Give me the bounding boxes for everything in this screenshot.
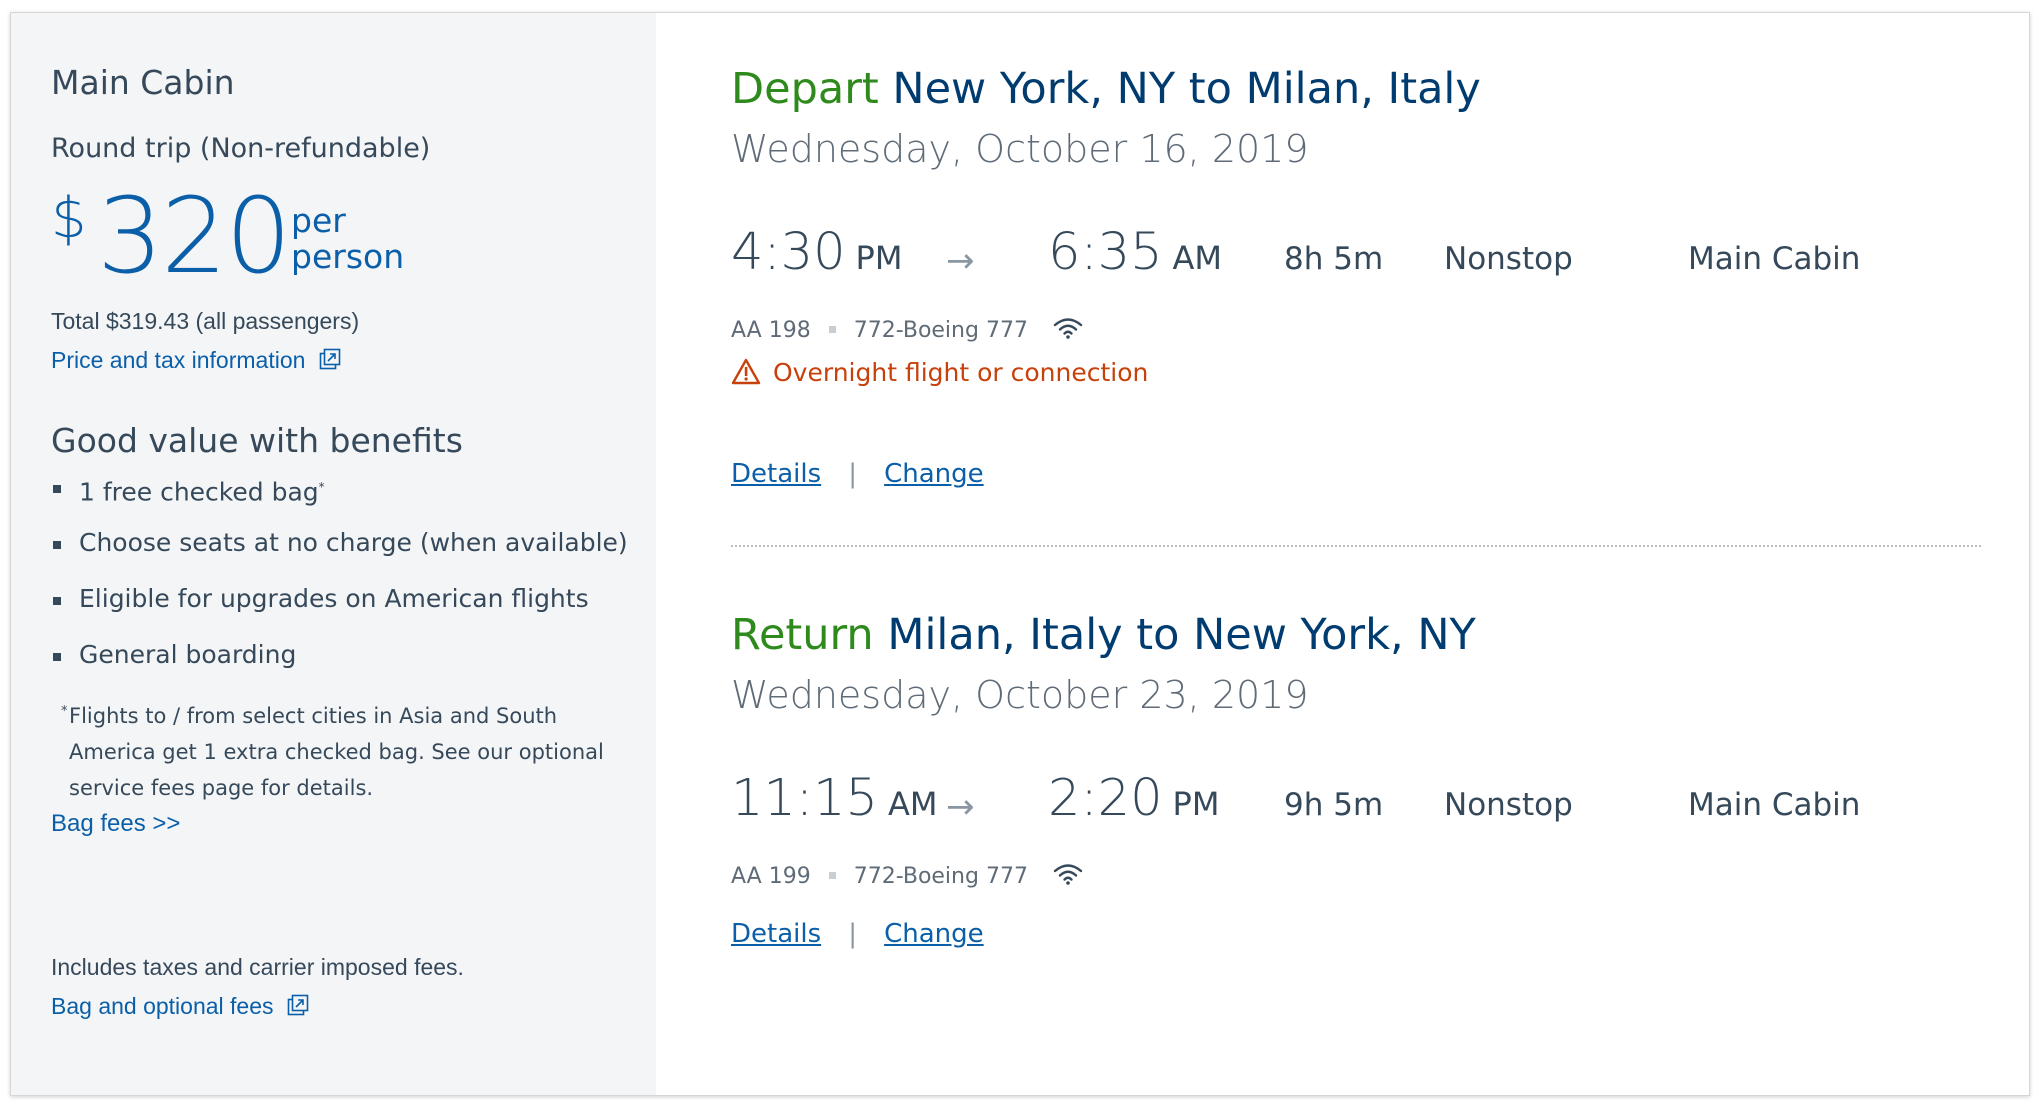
depart-dep-time: 4:30 bbox=[731, 223, 846, 282]
return-direction: Return bbox=[731, 610, 874, 660]
return-dep-time: 11:15 bbox=[731, 769, 878, 828]
action-separator: | bbox=[848, 919, 857, 949]
return-cabin: Main Cabin bbox=[1688, 787, 1861, 823]
arrow-right-icon: → bbox=[946, 241, 975, 281]
price-tax-link-label[interactable]: Price and tax information bbox=[51, 347, 305, 373]
depart-arr-ampm: AM bbox=[1172, 239, 1223, 277]
return-details-link[interactable]: Details bbox=[731, 919, 821, 949]
return-flight-number: AA 199 bbox=[731, 864, 811, 889]
price-currency: $ bbox=[51, 186, 87, 251]
cabin-title: Main Cabin bbox=[51, 63, 235, 102]
benefit-label: Choose seats at no charge (when availabl… bbox=[79, 528, 628, 557]
return-aircraft: 772-Boeing 777 bbox=[853, 864, 1028, 889]
fare-panel: Main Cabin Round trip (Non-refundable) $… bbox=[11, 13, 656, 1095]
depart-duration: 8h 5m bbox=[1284, 241, 1384, 277]
footnote-text: Flights to / from select cities in Asia … bbox=[69, 704, 604, 800]
action-separator: | bbox=[848, 459, 857, 489]
depart-direction: Depart bbox=[731, 64, 879, 114]
depart-change-link[interactable]: Change bbox=[884, 459, 984, 489]
return-stops: Nonstop bbox=[1444, 787, 1573, 823]
depart-arr-time: 6:35 bbox=[1048, 223, 1163, 282]
depart-dep-ampm: PM bbox=[855, 239, 903, 277]
bag-footnote: * Flights to / from select cities in Asia… bbox=[61, 698, 649, 806]
return-arr-time: 2:20 bbox=[1048, 769, 1163, 828]
bag-fees-link[interactable]: Bag fees >> bbox=[51, 810, 180, 838]
separator-dot bbox=[828, 872, 836, 879]
per-label: per bbox=[291, 201, 346, 240]
depart-heading: Depart New York, NY to Milan, Italy bbox=[731, 64, 1481, 114]
bag-optional-fees-link[interactable]: Bag and optional fees bbox=[51, 993, 309, 1020]
external-link-icon[interactable] bbox=[319, 348, 341, 374]
wifi-icon bbox=[1053, 317, 1083, 345]
return-dep-ampm: AM bbox=[887, 785, 938, 823]
price-amount: 320 bbox=[97, 175, 292, 297]
depart-cabin: Main Cabin bbox=[1688, 241, 1861, 277]
bullet-icon bbox=[53, 653, 61, 661]
return-date: Wednesday, October 23, 2019 bbox=[731, 673, 1309, 717]
total-price: Total $319.43 (all passengers) bbox=[51, 308, 360, 334]
separator-dot bbox=[828, 326, 836, 333]
depart-route: New York, NY to Milan, Italy bbox=[892, 64, 1481, 114]
benefit-footnote-marker: * bbox=[318, 480, 325, 494]
benefit-item: Choose seats at no charge (when availabl… bbox=[51, 527, 628, 583]
depart-flight-info: AA 198 772-Boeing 777 bbox=[731, 317, 1083, 345]
depart-arrival-time: 6:35 AM bbox=[1048, 223, 1222, 282]
benefit-label: Eligible for upgrades on American flight… bbox=[79, 584, 589, 613]
fare-type: Round trip (Non-refundable) bbox=[51, 133, 431, 164]
depart-date: Wednesday, October 16, 2019 bbox=[731, 127, 1309, 171]
benefit-label: 1 free checked bag bbox=[79, 477, 319, 507]
overnight-warning: Overnight flight or connection bbox=[731, 358, 1148, 391]
benefit-label: General boarding bbox=[79, 640, 297, 669]
depart-actions: Details | Change bbox=[731, 459, 984, 489]
person-label: person bbox=[291, 237, 405, 276]
fare-summary-card: Main Cabin Round trip (Non-refundable) $… bbox=[10, 12, 2030, 1096]
depart-aircraft: 772-Boeing 777 bbox=[853, 318, 1028, 343]
return-actions: Details | Change bbox=[731, 919, 984, 949]
bullet-icon bbox=[53, 597, 61, 605]
benefit-item: 1 free checked bag* bbox=[51, 471, 628, 527]
bullet-icon bbox=[53, 541, 61, 549]
return-departure-time: 11:15 AM bbox=[731, 769, 937, 828]
depart-details-link[interactable]: Details bbox=[731, 459, 821, 489]
bullet-icon bbox=[53, 485, 61, 493]
benefit-item: General boarding bbox=[51, 639, 628, 695]
return-flight-info: AA 199 772-Boeing 777 bbox=[731, 863, 1083, 891]
warning-text: Overnight flight or connection bbox=[773, 358, 1149, 387]
wifi-icon bbox=[1053, 863, 1083, 891]
includes-taxes-note: Includes taxes and carrier imposed fees. bbox=[51, 954, 464, 980]
benefits-list: 1 free checked bag* Choose seats at no c… bbox=[51, 471, 628, 695]
return-duration: 9h 5m bbox=[1284, 787, 1384, 823]
warning-triangle-icon bbox=[731, 358, 761, 391]
footnote-marker: * bbox=[61, 704, 68, 719]
depart-flight-number: AA 198 bbox=[731, 318, 811, 343]
return-arr-ampm: PM bbox=[1172, 785, 1220, 823]
return-arrival-time: 2:20 PM bbox=[1048, 769, 1219, 828]
external-link-icon[interactable] bbox=[287, 994, 309, 1020]
itinerary-panel: Depart New York, NY to Milan, Italy Wedn… bbox=[656, 13, 2029, 1095]
segment-divider bbox=[731, 545, 1981, 547]
return-change-link[interactable]: Change bbox=[884, 919, 984, 949]
bag-optional-fees-label[interactable]: Bag and optional fees bbox=[51, 993, 274, 1019]
depart-stops: Nonstop bbox=[1444, 241, 1573, 277]
benefits-title: Good value with benefits bbox=[51, 421, 463, 460]
price-per-person: per person bbox=[291, 203, 404, 275]
arrow-right-icon: → bbox=[946, 787, 975, 827]
return-heading: Return Milan, Italy to New York, NY bbox=[731, 610, 1476, 660]
price-tax-link[interactable]: Price and tax information bbox=[51, 347, 341, 374]
benefit-item: Eligible for upgrades on American flight… bbox=[51, 583, 628, 639]
return-route: Milan, Italy to New York, NY bbox=[887, 610, 1476, 660]
depart-departure-time: 4:30 PM bbox=[731, 223, 902, 282]
